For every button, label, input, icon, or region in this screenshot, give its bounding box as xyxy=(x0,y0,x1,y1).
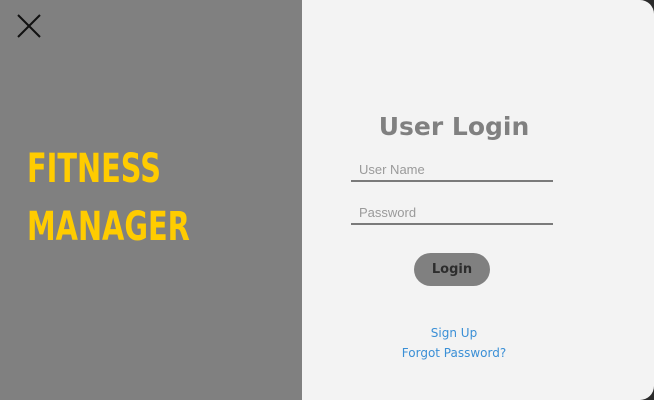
login-button[interactable]: Login xyxy=(414,253,490,286)
close-icon xyxy=(17,14,41,38)
password-input[interactable] xyxy=(351,201,553,225)
login-window: FITNESS MANAGER User Login Login Sign Up… xyxy=(0,0,654,400)
app-title-line2: MANAGER xyxy=(27,204,190,250)
app-title-line1: FITNESS xyxy=(27,146,162,192)
sign-up-link[interactable]: Sign Up xyxy=(302,326,606,340)
username-input[interactable] xyxy=(351,158,553,182)
login-heading: User Login xyxy=(378,112,530,141)
branding-panel: FITNESS MANAGER xyxy=(0,0,302,400)
login-panel: User Login Login Sign Up Forgot Password… xyxy=(302,0,654,400)
app-title: FITNESS MANAGER xyxy=(27,140,190,256)
forgot-password-link[interactable]: Forgot Password? xyxy=(302,346,606,360)
close-button[interactable] xyxy=(15,12,43,40)
